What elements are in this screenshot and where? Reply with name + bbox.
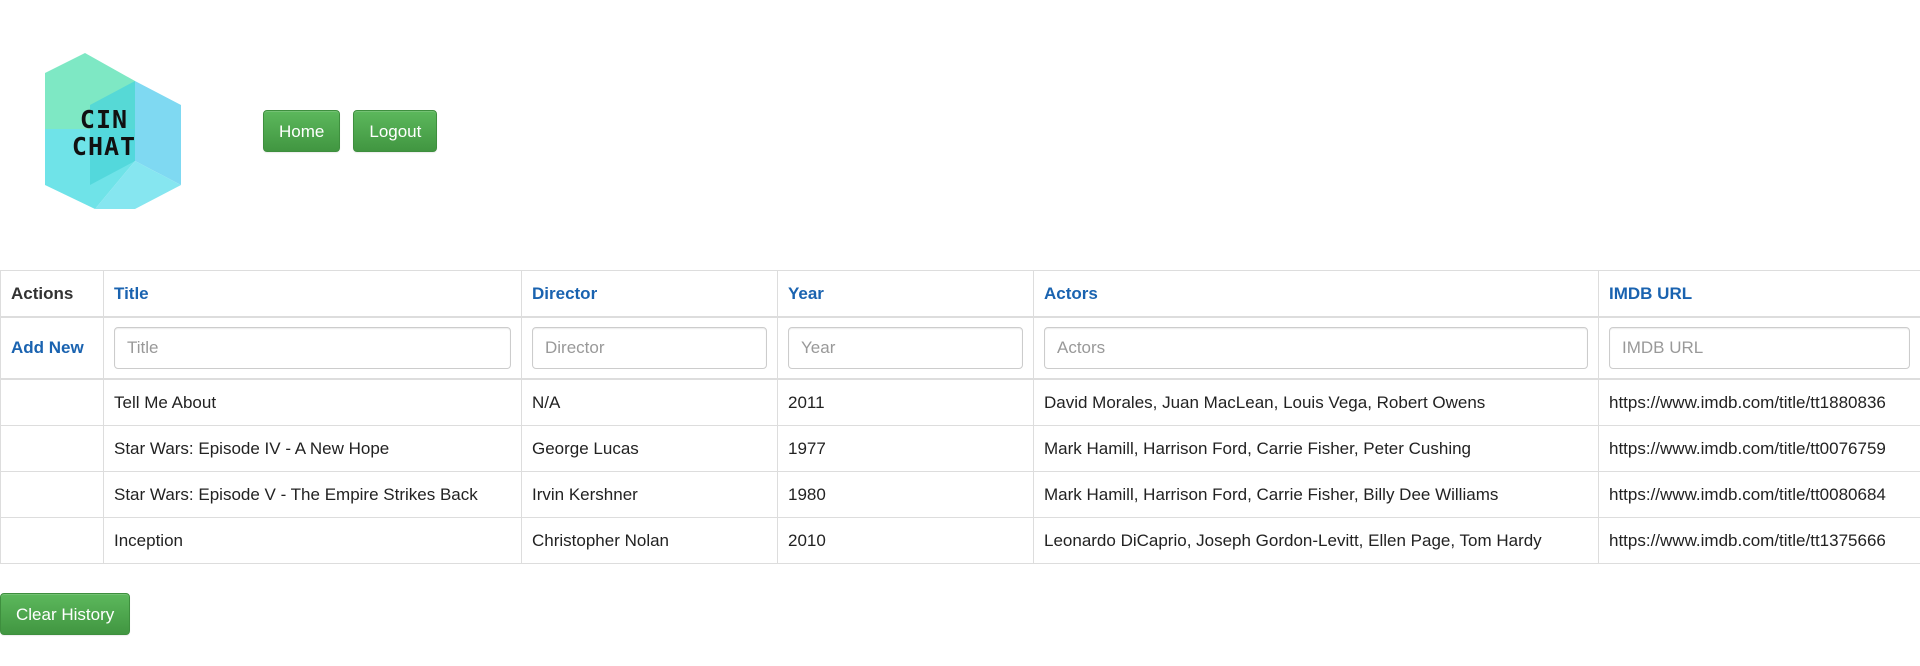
row-actions-cell (0, 517, 104, 564)
page: CIN CHAT Home Logout Actions Title Direc… (0, 0, 1920, 666)
column-header-director: Director (521, 270, 778, 318)
logout-button[interactable]: Logout (353, 110, 438, 152)
actors-cell: David Morales, Juan MacLean, Louis Vega,… (1033, 378, 1599, 426)
actors-cell: Mark Hamill, Harrison Ford, Carrie Fishe… (1033, 425, 1599, 472)
title-filter-cell (103, 316, 522, 380)
add-new-cell: Add New (0, 316, 104, 380)
title-cell: Tell Me About (103, 378, 522, 426)
director-cell: George Lucas (521, 425, 778, 472)
logo-line-2: CHAT (71, 132, 137, 161)
movies-table: Actions Title Director Year Actors IMDB … (0, 270, 1920, 564)
year-cell: 2011 (777, 378, 1034, 426)
logo-text: CIN CHAT (45, 53, 163, 213)
home-button[interactable]: Home (263, 110, 341, 152)
title-cell: Star Wars: Episode V - The Empire Strike… (103, 471, 522, 518)
director-cell: Christopher Nolan (521, 517, 778, 564)
table-row: Star Wars: Episode IV - A New Hope Georg… (0, 425, 1920, 472)
table-row: Star Wars: Episode V - The Empire Strike… (0, 471, 1920, 518)
table-header-row: Actions Title Director Year Actors IMDB … (0, 270, 1920, 318)
filter-row: Add New (0, 316, 1920, 380)
row-actions-cell (0, 425, 104, 472)
director-filter-cell (521, 316, 778, 380)
imdb-url-filter-input[interactable] (1609, 327, 1910, 369)
director-cell: Irvin Kershner (521, 471, 778, 518)
row-actions-cell (0, 471, 104, 518)
imdb-url-filter-cell (1598, 316, 1920, 380)
year-cell: 1977 (777, 425, 1034, 472)
clear-history-button[interactable]: Clear History (0, 593, 131, 635)
sort-title-link[interactable]: Title (114, 284, 149, 303)
actors-cell: Mark Hamill, Harrison Ford, Carrie Fishe… (1033, 471, 1599, 518)
column-header-year: Year (777, 270, 1034, 318)
sort-actors-link[interactable]: Actors (1044, 284, 1098, 303)
imdb-url-cell: https://www.imdb.com/title/tt0080684 (1598, 471, 1920, 518)
column-header-actors: Actors (1033, 270, 1599, 318)
column-header-actions: Actions (0, 270, 104, 318)
row-actions-cell (0, 378, 104, 426)
year-filter-cell (777, 316, 1034, 380)
logo-line-1: CIN (79, 105, 129, 134)
sort-imdb-url-link[interactable]: IMDB URL (1609, 284, 1692, 303)
column-header-title: Title (103, 270, 522, 318)
sort-director-link[interactable]: Director (532, 284, 597, 303)
year-cell: 2010 (777, 517, 1034, 564)
column-header-imdb-url: IMDB URL (1598, 270, 1920, 318)
actors-filter-input[interactable] (1044, 327, 1588, 369)
director-filter-input[interactable] (532, 327, 767, 369)
table-row: Tell Me About N/A 2011 David Morales, Ju… (0, 378, 1920, 426)
imdb-url-cell: https://www.imdb.com/title/tt1375666 (1598, 517, 1920, 564)
title-cell: Star Wars: Episode IV - A New Hope (103, 425, 522, 472)
title-cell: Inception (103, 517, 522, 564)
add-new-link[interactable]: Add New (11, 338, 84, 357)
actors-filter-cell (1033, 316, 1599, 380)
imdb-url-cell: https://www.imdb.com/title/tt0076759 (1598, 425, 1920, 472)
year-cell: 1980 (777, 471, 1034, 518)
table-row: Inception Christopher Nolan 2010 Leonard… (0, 517, 1920, 564)
actors-cell: Leonardo DiCaprio, Joseph Gordon-Levitt,… (1033, 517, 1599, 564)
top-nav: Home Logout (263, 110, 438, 152)
title-filter-input[interactable] (114, 327, 511, 369)
year-filter-input[interactable] (788, 327, 1023, 369)
director-cell: N/A (521, 378, 778, 426)
sort-year-link[interactable]: Year (788, 284, 824, 303)
cinchat-logo: CIN CHAT (45, 53, 185, 213)
imdb-url-cell: https://www.imdb.com/title/tt1880836 (1598, 378, 1920, 426)
